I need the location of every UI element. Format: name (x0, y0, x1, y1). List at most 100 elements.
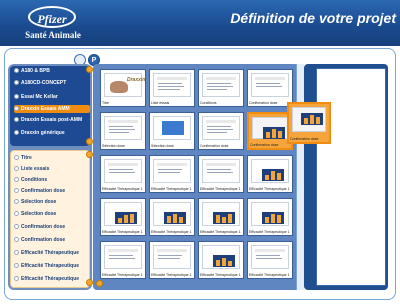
bar (271, 214, 275, 223)
slide-thumb[interactable]: Confirmation dose (198, 112, 244, 150)
slide-thumb[interactable]: Efficacité Thérapeutique 1 (198, 241, 244, 279)
slide-thumb[interactable]: Efficacité Thérapeutique 1 (149, 198, 195, 236)
scroll-down-icon[interactable] (96, 280, 103, 287)
nav-item-draxxin-generique[interactable]: Draxxin générique (14, 130, 90, 136)
bar (222, 217, 226, 223)
nav-label: Confirmation dose (21, 237, 66, 243)
nav-label: Draxxin générique (21, 130, 65, 136)
bar-chart-graphic (213, 212, 235, 224)
nav-item-efficacite-1[interactable]: Efficacité Thérapeutique (14, 250, 90, 256)
text-line (207, 89, 227, 90)
nav-item-a180cd-concept[interactable]: A180CD-CONCEPT (14, 80, 90, 86)
text-line (109, 129, 135, 130)
text-line (256, 83, 280, 84)
bar (124, 215, 128, 223)
slide-thumb[interactable]: Efficacité Thérapeutique 1 (247, 198, 293, 236)
text-line (158, 89, 180, 90)
nav-item-draxxin-post-amm[interactable]: Draxxin Essais post-AMM (14, 117, 90, 123)
radio-icon (14, 237, 19, 242)
slide-thumb[interactable]: Draxxin Titre (100, 69, 146, 107)
grid-scrollbar[interactable] (296, 64, 304, 290)
slide-caption: Efficacité Thérapeutique 1 (151, 273, 192, 277)
nav-item-titre[interactable]: Titre (14, 155, 90, 161)
nav-item-conditions[interactable]: Conditions (14, 177, 90, 183)
project-drop-area[interactable] (316, 68, 386, 286)
slide-thumb[interactable]: Sélection dose (149, 112, 195, 150)
nav-item-draxxin-essais-amm[interactable]: Draxxin Essais AMM (14, 105, 90, 113)
nav-item-confirmation-dose-3[interactable]: Confirmation dose (14, 237, 90, 243)
page-title: Définition de votre projet (230, 10, 396, 26)
scroll-up-icon[interactable] (86, 66, 93, 73)
slide-header (255, 249, 285, 252)
nav-item-confirmation-dose-1[interactable]: Confirmation dose (14, 188, 90, 194)
nav-item-essai-mc-kellar[interactable]: Essai Mc Kellar (14, 94, 90, 100)
slide-caption: Confirmation dose (200, 144, 229, 148)
nav-item-liste-essais[interactable]: Liste essais (14, 166, 90, 172)
cow-image (110, 81, 128, 93)
slide-thumb[interactable]: Sélection dose (100, 112, 146, 150)
slide-header (255, 77, 285, 80)
nav-item-a180-bpb[interactable]: A180 & BPB (14, 68, 90, 74)
slide-thumb[interactable]: Efficacité Thérapeutique 1 (247, 241, 293, 279)
nav-label: Conditions (21, 177, 48, 183)
text-line (109, 132, 129, 133)
text-line (158, 86, 184, 87)
bar (316, 117, 320, 124)
slide-header (157, 77, 187, 80)
scroll-up-icon[interactable] (86, 151, 93, 158)
radio-icon (14, 177, 19, 182)
bar (167, 216, 171, 223)
text-line (158, 169, 182, 170)
slide-caption: Efficacité Thérapeutique 1 (102, 230, 143, 234)
radio-icon (14, 276, 19, 281)
slide-caption: Efficacité Thérapeutique 1 (249, 187, 290, 191)
slide-caption: Conditions (200, 101, 217, 105)
radio-icon (14, 224, 19, 229)
pfizer-logo: Pfizer (28, 6, 76, 28)
dragged-slide[interactable]: Confirmation dose (287, 102, 331, 144)
slide-header (157, 249, 187, 252)
nav-label: Titre (21, 155, 32, 161)
slide-header (108, 163, 138, 166)
slide-thumb[interactable]: Efficacité Thérapeutique 1 (149, 155, 195, 193)
slide-thumb[interactable]: Conditions (198, 69, 244, 107)
nav-item-efficacite-3[interactable]: Efficacité Thérapeutique (14, 276, 90, 282)
nav-label: Draxxin Essais post-AMM (21, 117, 83, 123)
nav-label: Liste essais (21, 166, 50, 172)
bar-chart-graphic (213, 255, 235, 267)
nav-label: A180CD-CONCEPT (21, 80, 67, 86)
slide-thumb[interactable]: Efficacité Thérapeutique 1 (198, 198, 244, 236)
slide-thumb[interactable]: Liste essais (149, 69, 195, 107)
bar (173, 214, 177, 223)
slide-thumb[interactable]: Efficacité Thérapeutique 1 (100, 155, 146, 193)
slide-thumb[interactable]: Efficacité Thérapeutique 1 (247, 155, 293, 193)
slide-caption: Confirmation dose (250, 143, 279, 147)
bar (265, 217, 269, 223)
slide-preview (153, 116, 191, 140)
slide-preview (153, 73, 191, 97)
slide-thumb[interactable]: Efficacité Thérapeutique 1 (100, 198, 146, 236)
slide-caption: Efficacité Thérapeutique 1 (200, 187, 241, 191)
nav-item-selection-dose-2[interactable]: Sélection dose (14, 211, 90, 217)
nav-item-efficacite-2[interactable]: Efficacité Thérapeutique (14, 263, 90, 269)
bar (278, 131, 282, 138)
nav-item-confirmation-dose-2[interactable]: Confirmation dose (14, 224, 90, 230)
scroll-down-icon[interactable] (86, 138, 93, 145)
slide-thumb[interactable]: Efficacité Thérapeutique 1 (100, 241, 146, 279)
slide-caption: Efficacité Thérapeutique 1 (151, 230, 192, 234)
slide-preview (104, 116, 142, 140)
slide-header (206, 163, 236, 166)
slide-preview (104, 245, 142, 269)
scroll-down-icon[interactable] (86, 279, 93, 286)
slide-caption: Confirmation dose (290, 137, 319, 141)
nav-label: A180 & BPB (21, 68, 50, 74)
bar (130, 214, 134, 223)
nav-item-selection-dose-1[interactable]: Sélection dose (14, 199, 90, 205)
text-line (158, 172, 180, 173)
slide-caption: Efficacité Thérapeutique 1 (102, 187, 143, 191)
slide-thumb[interactable]: Efficacité Thérapeutique 1 (149, 241, 195, 279)
slide-preview (251, 245, 289, 269)
slide-thumb[interactable]: Efficacité Thérapeutique 1 (198, 155, 244, 193)
text-line (256, 258, 282, 259)
slide-caption: Efficacité Thérapeutique 1 (200, 273, 241, 277)
